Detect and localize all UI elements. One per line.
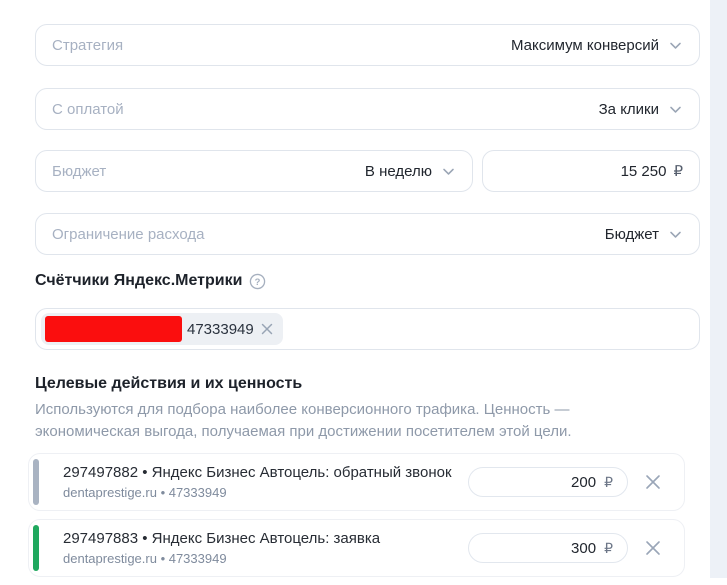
goal-source: dentaprestige.ru • 47333949 [63,485,227,500]
goal-value-amount: 200 [571,473,597,491]
svg-text:?: ? [255,276,261,287]
budget-period-select[interactable]: Бюджет В неделю [35,150,473,192]
remove-goal-icon[interactable] [642,537,664,559]
budget-label: Бюджет [52,162,107,180]
goal-value-input[interactable]: 200 ₽ [468,467,628,497]
ruble-sign: ₽ [604,473,613,490]
ruble-sign: ₽ [604,539,613,556]
counter-id: 47333949 [187,320,254,338]
strategy-value: Максимум конверсий [510,36,659,54]
goals-description-line: экономическая выгода, получаемая при дос… [35,423,572,440]
chevron-down-icon [670,106,681,113]
redacted-counter-name [45,316,182,342]
ruble-sign: ₽ [673,163,683,180]
chevron-down-icon [670,42,681,49]
metrika-counters-input[interactable]: 47333949 [35,308,700,350]
goal-title: 297497883 • Яндекс Бизнес Автоцель: заяв… [63,530,381,547]
goal-source: dentaprestige.ru • 47333949 [63,551,227,566]
goal-value-input[interactable]: 300 ₽ [468,533,628,563]
metrika-heading: Счётчики Яндекс.Метрики [35,272,243,289]
goal-value-amount: 300 [571,539,597,557]
budget-amount-value: 15 250 [620,162,667,180]
strategy-select[interactable]: Стратегия Максимум конверсий [35,24,700,66]
payment-value: За клики [598,100,659,118]
goal-title: 297497882 • Яндекс Бизнес Автоцель: обра… [63,464,452,481]
campaign-settings-panel: Стратегия Максимум конверсий С оплатой З… [28,24,700,585]
budget-period-value: В неделю [364,162,432,180]
budget-amount-input[interactable]: 15 250 ₽ [482,150,700,192]
goals-heading: Целевые действия и их ценность [35,375,303,392]
goals-description: Используются для подбора наиболее конвер… [35,399,700,443]
question-circle-icon[interactable]: ? [249,273,266,290]
goal-card: 297497883 • Яндекс Бизнес Автоцель: заяв… [28,519,685,577]
remove-goal-icon[interactable] [642,471,664,493]
goals-description-line: Используются для подбора наиболее конвер… [35,401,570,418]
chevron-down-icon [670,231,681,238]
goal-card: 297497882 • Яндекс Бизнес Автоцель: обра… [28,453,685,511]
strategy-label: Стратегия [52,36,124,54]
metrika-counter-chip: 47333949 [41,313,283,345]
spend-limit-label: Ограничение расхода [52,225,205,243]
chevron-down-icon [443,168,454,175]
spend-limit-value: Бюджет [604,225,659,243]
payment-label: С оплатой [52,100,124,118]
payment-select[interactable]: С оплатой За клики [35,88,700,130]
goal-accent-bar [33,459,39,505]
spend-limit-select[interactable]: Ограничение расхода Бюджет [35,213,700,255]
scrollbar-track[interactable] [710,0,727,578]
remove-counter-icon[interactable] [259,321,275,337]
goal-accent-bar [33,525,39,571]
